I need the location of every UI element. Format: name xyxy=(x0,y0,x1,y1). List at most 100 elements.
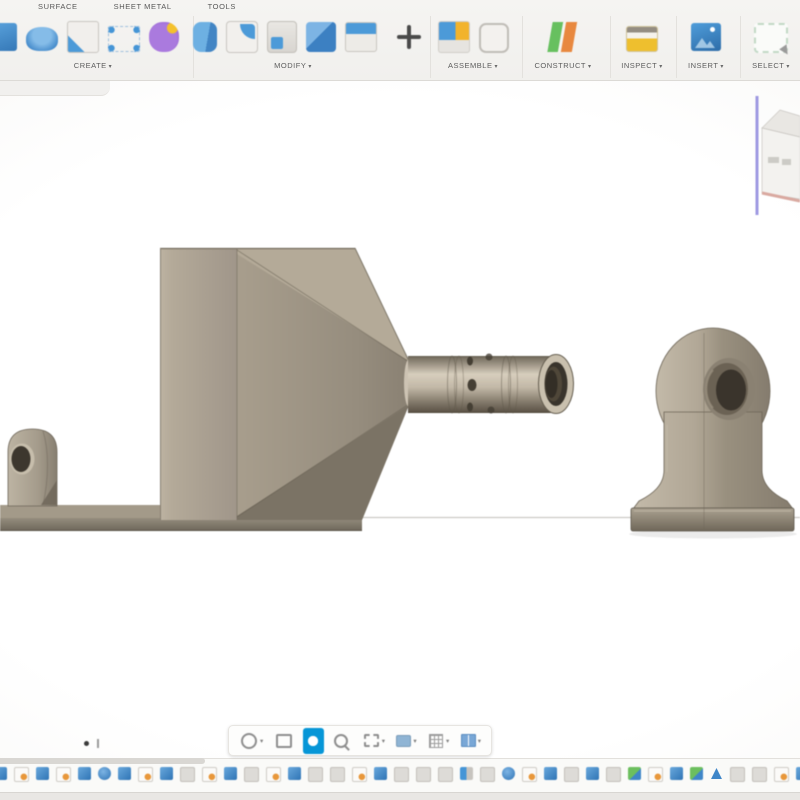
chevron-down-icon: ▾ xyxy=(260,737,263,745)
navigation-bar: ▾ ▾ ▾ xyxy=(228,725,492,756)
timeline-feature[interactable] xyxy=(224,767,237,780)
marker-dot xyxy=(84,741,89,746)
fillet-icon[interactable] xyxy=(226,21,258,53)
timeline-feature[interactable] xyxy=(628,767,641,780)
orbit-tool[interactable]: ▾ xyxy=(237,728,265,754)
chevron-down-icon: ▾ xyxy=(478,737,481,745)
grid-layout-settings[interactable]: ▾ xyxy=(425,728,451,754)
construction-plane-icon[interactable] xyxy=(545,22,580,52)
toolbar-tab[interactable]: TOOLS xyxy=(208,2,236,11)
nav-tool-icon xyxy=(241,733,257,749)
pedestal-mount-part[interactable] xyxy=(629,328,797,539)
construct-menu-button[interactable]: CONSTRUCT▾ xyxy=(523,61,603,70)
chevron-down-icon: ▾ xyxy=(308,64,312,70)
timeline-feature[interactable] xyxy=(36,767,49,780)
toolbar-group-inspect: INSPECT▾ xyxy=(610,16,673,78)
timeline-feature[interactable] xyxy=(98,767,111,780)
timeline-feature[interactable] xyxy=(14,767,29,782)
timeline-feature[interactable] xyxy=(606,767,621,782)
toolbar-tab[interactable]: SURFACE xyxy=(38,2,78,11)
modify-menu-button[interactable]: MODIFY▾ xyxy=(164,61,422,70)
measure-icon[interactable] xyxy=(626,26,658,52)
timeline-feature[interactable] xyxy=(244,767,259,782)
chevron-down-icon: ▾ xyxy=(659,64,663,70)
insert-image-icon[interactable] xyxy=(691,23,721,51)
create-menu-button[interactable]: CREATE▾ xyxy=(0,61,186,70)
display-settings[interactable]: ▾ xyxy=(393,728,418,754)
press-pull-icon[interactable] xyxy=(193,22,217,52)
nav-tool-icon xyxy=(429,734,443,748)
chevron-down-icon: ▾ xyxy=(786,64,790,70)
chevron-down-icon: ▾ xyxy=(494,64,498,70)
timeline-feature[interactable] xyxy=(544,767,557,780)
pan-tool[interactable] xyxy=(303,728,324,754)
nav-tool-icon xyxy=(307,735,319,747)
offset-face-icon[interactable] xyxy=(345,22,377,52)
view-cube[interactable] xyxy=(757,96,800,215)
timeline-feature[interactable] xyxy=(730,767,745,782)
create-form-icon[interactable] xyxy=(149,22,179,52)
timeline-feature[interactable] xyxy=(266,767,281,782)
timeline-feature[interactable] xyxy=(374,767,387,780)
timeline-feature[interactable] xyxy=(564,767,579,782)
new-component-icon[interactable] xyxy=(438,21,470,53)
timeline-feature[interactable] xyxy=(202,767,217,782)
inspect-menu-button[interactable]: INSPECT▾ xyxy=(611,61,673,70)
timeline-feature[interactable] xyxy=(586,767,599,780)
look-at-tool[interactable] xyxy=(272,728,297,754)
viewcube-front-face[interactable] xyxy=(762,128,800,199)
timeline-feature[interactable] xyxy=(56,767,71,782)
timeline-feature[interactable] xyxy=(522,767,537,782)
create-sketch-icon[interactable] xyxy=(108,26,140,52)
box-corner-icon[interactable] xyxy=(67,21,99,53)
chevron-down-icon: ▾ xyxy=(109,64,113,70)
timeline-feature[interactable] xyxy=(710,767,723,780)
timeline-feature[interactable] xyxy=(330,767,345,782)
timeline-feature[interactable] xyxy=(460,767,473,780)
timeline-feature[interactable] xyxy=(180,767,195,782)
funnel-nozzle-part[interactable] xyxy=(0,248,574,531)
timeline-feature[interactable] xyxy=(78,767,91,780)
insert-menu-button[interactable]: INSERT▾ xyxy=(677,61,735,70)
viewports[interactable]: ▾ xyxy=(458,728,483,754)
toolbar-group-select: SELECT▾ xyxy=(740,16,800,78)
select-menu-button[interactable]: SELECT▾ xyxy=(741,61,800,70)
timeline-feature[interactable] xyxy=(118,767,131,780)
timeline-feature[interactable] xyxy=(0,767,7,780)
timeline-feature[interactable] xyxy=(352,767,367,782)
viewcube-label-blur xyxy=(782,159,791,165)
timeline-feature[interactable] xyxy=(752,767,767,782)
timeline-feature[interactable] xyxy=(774,767,789,782)
timeline-feature[interactable] xyxy=(670,767,683,780)
timeline-feature[interactable] xyxy=(308,767,323,782)
timeline-feature[interactable] xyxy=(394,767,409,782)
timeline-feature[interactable] xyxy=(288,767,301,780)
viewcube-label-blur xyxy=(768,157,779,163)
solid-box-icon[interactable] xyxy=(0,23,17,51)
timeline-feature[interactable] xyxy=(138,767,153,782)
timeline-feature[interactable] xyxy=(438,767,453,782)
select-window-icon[interactable] xyxy=(754,23,788,53)
browser-shelf xyxy=(0,80,110,96)
timeline-feature[interactable] xyxy=(416,767,431,782)
zoom-tool[interactable] xyxy=(330,728,353,754)
timeline-feature[interactable] xyxy=(160,767,173,780)
zoom-window-tool[interactable]: ▾ xyxy=(360,728,387,754)
timeline-feature[interactable] xyxy=(480,767,495,782)
form-icon[interactable] xyxy=(26,27,58,51)
joint-icon[interactable] xyxy=(479,23,509,53)
toolbar-tab[interactable]: SHEET METAL xyxy=(114,2,172,11)
nav-tool-icon xyxy=(334,734,348,748)
timeline-feature[interactable] xyxy=(648,767,663,782)
combine-icon[interactable] xyxy=(306,22,336,52)
timeline-feature[interactable] xyxy=(690,767,703,780)
timeline-feature[interactable] xyxy=(796,767,800,780)
assemble-menu-button[interactable]: ASSEMBLE▾ xyxy=(431,61,515,70)
chevron-down-icon: ▾ xyxy=(413,737,416,745)
toolbar-group-assemble: ASSEMBLE▾ xyxy=(430,16,515,78)
move-copy-icon[interactable] xyxy=(394,22,424,52)
shell-icon[interactable] xyxy=(267,21,297,53)
bottom-strip xyxy=(0,792,800,800)
timeline-scrollbar[interactable] xyxy=(0,758,205,764)
timeline-feature[interactable] xyxy=(502,767,515,780)
